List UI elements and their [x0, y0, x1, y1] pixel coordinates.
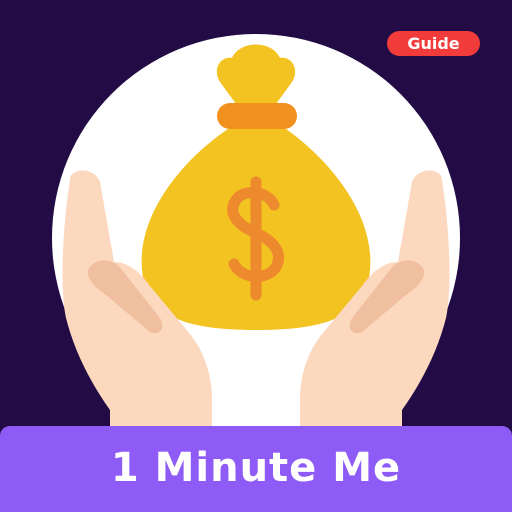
app-title: 1 Minute Me	[110, 445, 402, 491]
guide-badge-label: Guide	[407, 34, 460, 53]
title-banner: 1 Minute Me	[0, 426, 512, 512]
guide-badge: Guide	[387, 31, 480, 56]
app-icon: Guide 1 Minute Me	[0, 0, 512, 512]
